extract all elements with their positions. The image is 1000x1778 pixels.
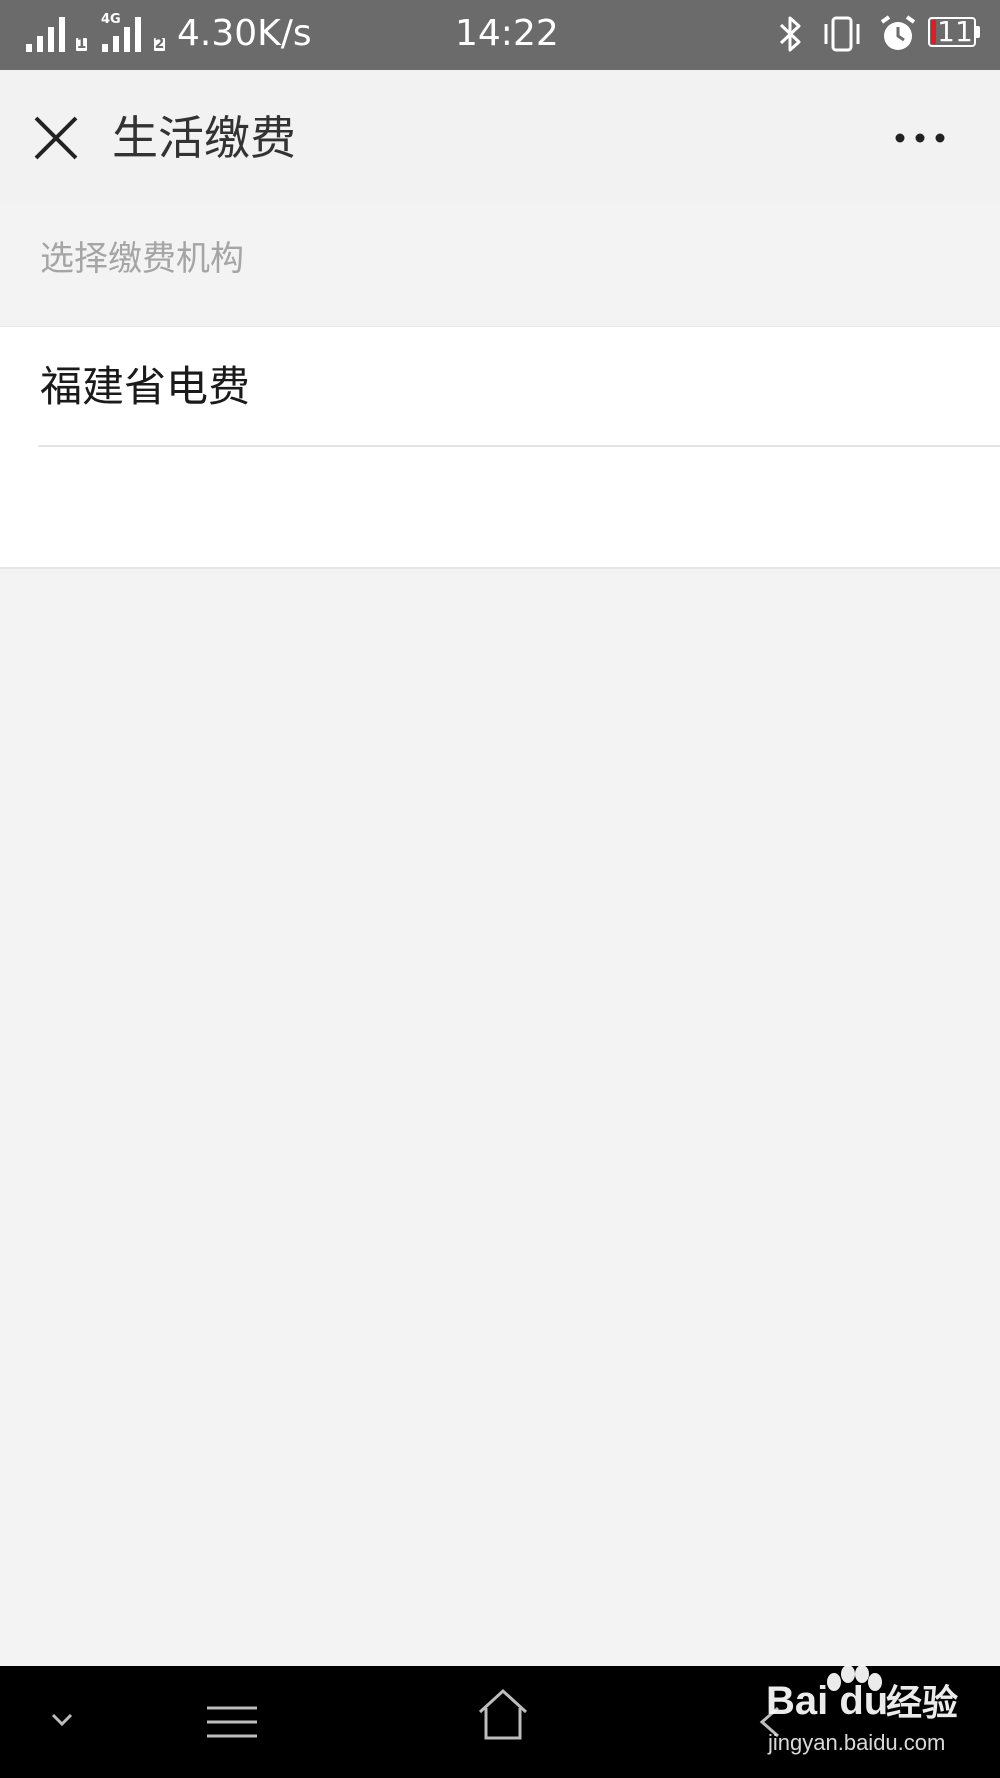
network-speed: 4.30K/s: [177, 13, 312, 54]
baidu-jingyan-watermark: Bai du 经验 jingyan.baidu.com: [754, 1664, 984, 1768]
chevron-down-icon[interactable]: [48, 1706, 76, 1734]
signal-icon: [102, 17, 141, 52]
menu-icon[interactable]: [205, 1702, 259, 1742]
status-time: 14:22: [455, 13, 559, 54]
watermark-logo-text: Bai du: [766, 1679, 889, 1723]
battery-icon: 11: [928, 15, 980, 49]
close-icon[interactable]: [30, 112, 82, 164]
sim2-label: 2: [154, 36, 165, 52]
page-title: 生活缴费: [112, 111, 296, 165]
watermark-url: jingyan.baidu.com: [768, 1730, 946, 1755]
vibrate-icon: [824, 16, 860, 52]
home-icon[interactable]: [476, 1688, 530, 1742]
sim1-label: 1: [76, 36, 87, 52]
alarm-icon: [880, 15, 916, 50]
list-item-fujian-electricity[interactable]: 福建省电费: [0, 327, 1000, 447]
signal-icon: [26, 17, 65, 52]
bluetooth-icon: [779, 16, 801, 52]
section-label: 选择缴费机构: [40, 239, 244, 279]
status-bar: 1 4G 2 4.30K/s 14:22 11: [0, 0, 1000, 70]
list-divider: [38, 445, 1000, 447]
more-icon[interactable]: [888, 122, 952, 154]
institution-list: 福建省电费: [0, 326, 1000, 569]
list-item-label: 福建省电费: [40, 362, 251, 411]
battery-level: 11: [937, 15, 973, 48]
watermark-brand: 经验: [886, 1683, 959, 1724]
app-header: 生活缴费: [0, 70, 1000, 206]
